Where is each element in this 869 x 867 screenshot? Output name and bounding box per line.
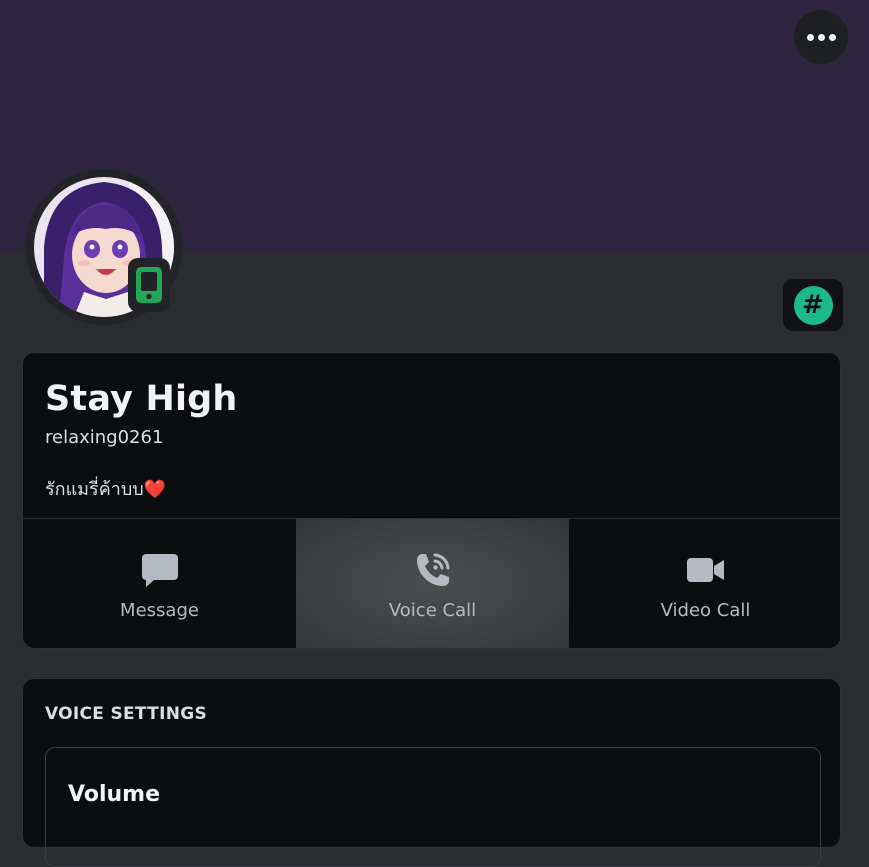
bio-text: รักแมรี่ค้าบบ❤️ bbox=[45, 479, 167, 500]
more-dot-icon bbox=[817, 33, 825, 41]
video-call-icon bbox=[686, 550, 726, 590]
more-options-button[interactable] bbox=[794, 10, 848, 64]
mobile-online-icon bbox=[128, 258, 170, 312]
voice-call-button[interactable]: Voice Call bbox=[296, 519, 569, 648]
more-dot-icon bbox=[828, 33, 836, 41]
message-button[interactable]: Message bbox=[23, 519, 296, 648]
volume-label: Volume bbox=[68, 782, 160, 807]
more-dot-icon bbox=[806, 33, 814, 41]
volume-setting[interactable]: Volume bbox=[45, 747, 821, 867]
username: relaxing0261 bbox=[45, 427, 164, 448]
video-call-button[interactable]: Video Call bbox=[569, 519, 840, 648]
voice-settings-title: VOICE SETTINGS bbox=[45, 704, 208, 724]
voice-call-label: Voice Call bbox=[388, 599, 477, 621]
voice-call-icon bbox=[414, 550, 452, 590]
profile-card: Stay High relaxing0261 รักแมรี่ค้าบบ❤️ M… bbox=[22, 352, 841, 649]
message-icon bbox=[141, 550, 179, 590]
video-call-label: Video Call bbox=[660, 599, 751, 621]
action-bar: Message Voice Call Video Call bbox=[23, 518, 840, 648]
message-label: Message bbox=[120, 599, 199, 621]
display-name: Stay High bbox=[45, 379, 238, 419]
hashtag-badge-icon[interactable]: # bbox=[783, 279, 843, 331]
